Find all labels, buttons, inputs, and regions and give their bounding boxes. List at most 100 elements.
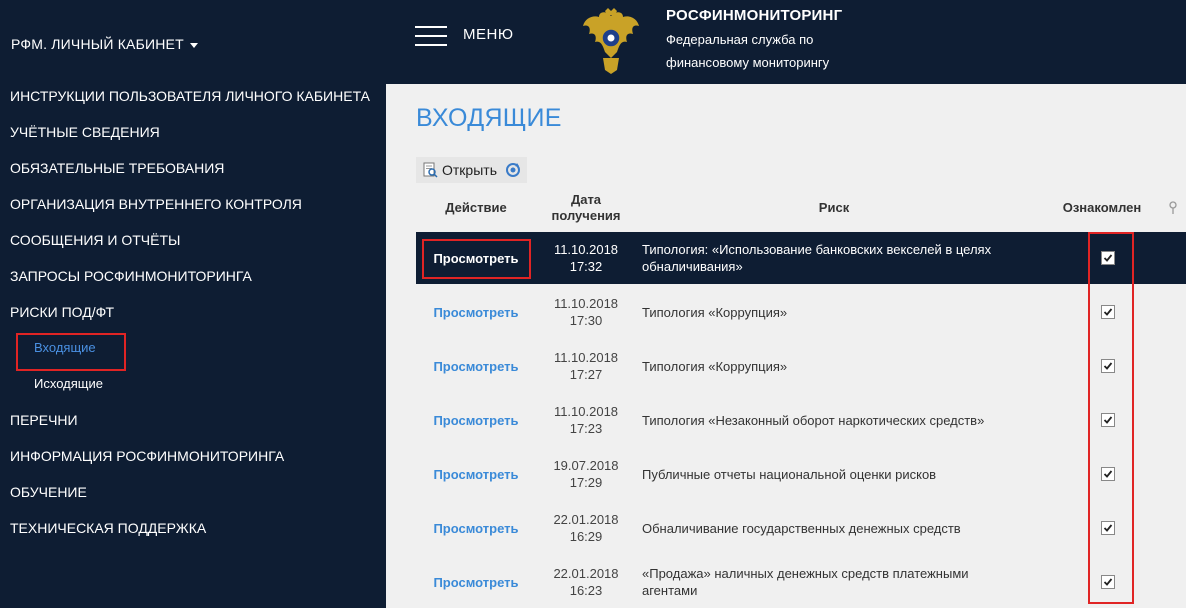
received-date: 22.01.2018 16:23 [538,556,634,608]
view-button[interactable]: Просмотреть [416,448,536,500]
date-value: 11.10.2018 [553,242,619,257]
risk-text: Публичные отчеты национальной оценки рис… [642,448,1062,500]
checkmark-icon [1103,254,1113,262]
column-header-date[interactable]: Дата получения [538,192,634,224]
sidebar-item-instructions[interactable]: ИНСТРУКЦИИ ПОЛЬЗОВАТЕЛЯ ЛИЧНОГО КАБИНЕТА [0,78,386,114]
document-search-icon [423,162,438,178]
time-value: 17:29 [569,475,603,490]
table-row[interactable]: Просмотреть 22.01.2018 16:29 Обналичивани… [416,502,1186,554]
date-value: 19.07.2018 [553,458,619,473]
risk-line1: Типология «Коррупция» [642,358,788,374]
column-header-acknowledged[interactable]: Ознакомлен [1052,200,1152,215]
brand-label: РФМ. ЛИЧНЫЙ КАБИНЕТ [11,36,184,52]
pin-icon[interactable] [1168,201,1178,215]
caret-down-icon [189,42,198,48]
table-row[interactable]: Просмотреть 11.10.2018 17:32 Типология: «… [416,232,1186,284]
table-row[interactable]: Просмотреть 22.01.2018 16:23 «Продажа» на… [416,556,1186,608]
sidebar-subitem-outgoing[interactable]: Исходящие [0,366,386,402]
time-value: 17:30 [569,313,603,328]
date-value: 22.01.2018 [553,566,619,581]
column-header-date-line1: Дата [570,192,602,207]
view-button[interactable]: Просмотреть [416,556,536,608]
table-row[interactable]: Просмотреть 11.10.2018 17:23 Типология «Н… [416,394,1186,446]
sidebar-item-account-info[interactable]: УЧЁТНЫЕ СВЕДЕНИЯ [0,114,386,150]
acknowledged-checkbox[interactable] [1101,305,1115,319]
date-value: 11.10.2018 [553,404,619,419]
risk-text: Типология «Коррупция» [642,286,1062,338]
menu-button[interactable]: МЕНЮ [463,26,514,43]
table-row[interactable]: Просмотреть 11.10.2018 17:27 Типология «К… [416,340,1186,392]
sidebar-item-requirements[interactable]: ОБЯЗАТЕЛЬНЫЕ ТРЕБОВАНИЯ [0,150,386,186]
risk-line2: агентами [642,583,698,598]
view-button[interactable]: Просмотреть [416,286,536,338]
received-date: 11.10.2018 17:32 [538,232,634,284]
page-title: ВХОДЯЩИЕ [416,104,562,132]
org-subtitle-line1: Федеральная служба по [666,32,814,47]
open-button[interactable]: Открыть [422,162,497,178]
risk-text: Типология «Коррупция» [642,340,1062,392]
date-value: 11.10.2018 [553,350,619,365]
sidebar: РФМ. ЛИЧНЫЙ КАБИНЕТ ИНСТРУКЦИИ ПОЛЬЗОВАТ… [0,0,386,608]
risk-line1: Типология «Незаконный оборот наркотическ… [642,412,985,428]
sidebar-item-information[interactable]: ИНФОРМАЦИЯ РОСФИНМОНИТОРИНГА [0,438,386,474]
received-date: 11.10.2018 17:27 [538,340,634,392]
column-header-risk[interactable]: Риск [642,200,1026,215]
table-row[interactable]: Просмотреть 19.07.2018 17:29 Публичные от… [416,448,1186,500]
received-date: 22.01.2018 16:29 [538,502,634,554]
sidebar-subitem-incoming[interactable]: Входящие [0,330,386,371]
sidebar-item-requests[interactable]: ЗАПРОСЫ РОСФИНМОНИТОРИНГА [0,258,386,294]
time-value: 16:23 [569,583,603,598]
checkmark-icon [1103,308,1113,316]
time-value: 17:27 [569,367,603,382]
date-value: 11.10.2018 [553,296,619,311]
risk-line1: Типология «Коррупция» [642,304,788,320]
acknowledged-checkbox[interactable] [1101,575,1115,589]
view-button[interactable]: Просмотреть [416,232,536,284]
risk-text: Обналичивание государственных денежных с… [642,502,1062,554]
risk-text: Типология «Незаконный оборот наркотическ… [642,394,1062,446]
sidebar-item-risks[interactable]: РИСКИ ПОД/ФТ [0,294,386,330]
top-header: МЕНЮ РОСФИНМОНИТОРИНГ Федеральная служба… [386,0,1186,84]
checkmark-icon [1103,362,1113,370]
sidebar-item-support[interactable]: ТЕХНИЧЕСКАЯ ПОДДЕРЖКА [0,510,386,546]
sidebar-nav: ИНСТРУКЦИИ ПОЛЬЗОВАТЕЛЯ ЛИЧНОГО КАБИНЕТА… [0,78,386,546]
checkmark-icon [1103,470,1113,478]
brand-menu[interactable]: РФМ. ЛИЧНЫЙ КАБИНЕТ [11,36,198,52]
acknowledged-checkbox[interactable] [1101,251,1115,265]
sidebar-item-lists[interactable]: ПЕРЕЧНИ [0,402,386,438]
column-header-action[interactable]: Действие [416,200,536,215]
sidebar-item-messages-reports[interactable]: СООБЩЕНИЯ И ОТЧЁТЫ [0,222,386,258]
refresh-icon[interactable] [505,162,521,178]
checkmark-icon [1103,416,1113,424]
acknowledged-checkbox[interactable] [1101,413,1115,427]
double-headed-eagle-emblem-icon [583,8,639,74]
view-button[interactable]: Просмотреть [416,394,536,446]
main-content: ВХОДЯЩИЕ Открыть Действие Дата получения… [386,84,1186,608]
time-value: 17:23 [569,421,603,436]
checkmark-icon [1103,578,1113,586]
risk-text: «Продажа» наличных денежных средств плат… [642,556,1062,608]
received-date: 11.10.2018 17:23 [538,394,634,446]
hamburger-menu-icon[interactable] [415,26,447,46]
risk-line1: Публичные отчеты национальной оценки рис… [642,466,937,482]
received-date: 19.07.2018 17:29 [538,448,634,500]
view-button[interactable]: Просмотреть [416,502,536,554]
risk-line1: Типология: «Использование банковских век… [642,242,992,257]
org-subtitle-line2: финансовому мониторингу [666,55,830,70]
sidebar-item-internal-control[interactable]: ОРГАНИЗАЦИЯ ВНУТРЕННЕГО КОНТРОЛЯ [0,186,386,222]
acknowledged-checkbox[interactable] [1101,467,1115,481]
acknowledged-checkbox[interactable] [1101,521,1115,535]
time-value: 16:29 [569,529,603,544]
risk-line1: «Продажа» наличных денежных средств плат… [642,566,969,581]
received-date: 11.10.2018 17:30 [538,286,634,338]
date-value: 22.01.2018 [553,512,619,527]
acknowledged-checkbox[interactable] [1101,359,1115,373]
org-title: РОСФИНМОНИТОРИНГ [666,7,843,24]
column-header-date-line2: получения [551,208,621,223]
table-row[interactable]: Просмотреть 11.10.2018 17:30 Типология «К… [416,286,1186,338]
view-button[interactable]: Просмотреть [416,340,536,392]
checkmark-icon [1103,524,1113,532]
risk-line1: Обналичивание государственных денежных с… [642,520,961,536]
time-value: 17:32 [569,259,603,274]
sidebar-item-training[interactable]: ОБУЧЕНИЕ [0,474,386,510]
